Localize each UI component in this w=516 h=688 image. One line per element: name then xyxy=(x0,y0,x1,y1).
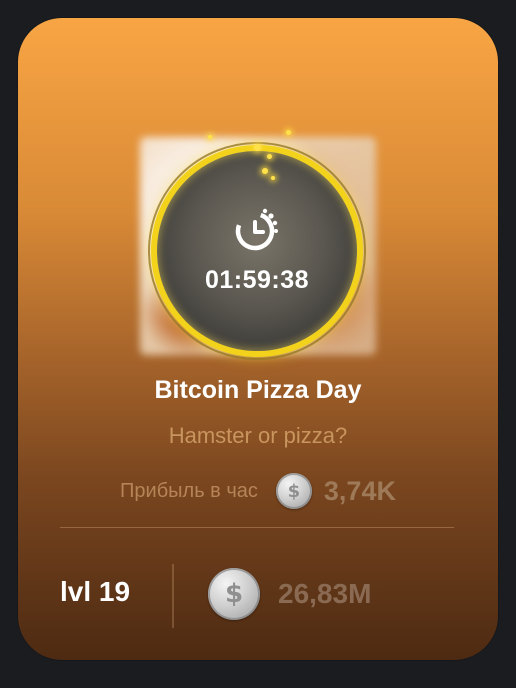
sparkle-decoration xyxy=(208,135,212,139)
vertical-divider xyxy=(172,564,174,628)
sparkle-decoration xyxy=(262,168,268,174)
coin-icon: $ xyxy=(275,473,312,509)
divider xyxy=(60,527,454,528)
coin-icon: $ xyxy=(208,568,260,620)
sparkle-decoration xyxy=(286,130,291,135)
balance-value: 26,83M xyxy=(278,578,372,609)
event-card[interactable]: 01:59:38 Bitcoin Pizza Day Hamster or pi… xyxy=(18,18,498,660)
sparkle-decoration xyxy=(271,176,275,180)
timer-clock-icon xyxy=(235,208,278,251)
profit-label: Прибыль в час xyxy=(120,479,258,502)
level-label: lvl 19 xyxy=(60,576,131,607)
event-title: Bitcoin Pizza Day xyxy=(154,376,362,404)
sparkle-decoration xyxy=(254,144,261,151)
countdown-timer: 01:59:38 xyxy=(204,266,310,294)
profit-value: 3,74K xyxy=(323,475,396,506)
sparkle-decoration xyxy=(267,154,272,159)
profit-per-hour: Прибыль в час $ 3,74K xyxy=(18,471,498,511)
balance: $ 26,83M xyxy=(208,566,371,622)
event-subtitle: Hamster or pizza? xyxy=(168,423,348,448)
